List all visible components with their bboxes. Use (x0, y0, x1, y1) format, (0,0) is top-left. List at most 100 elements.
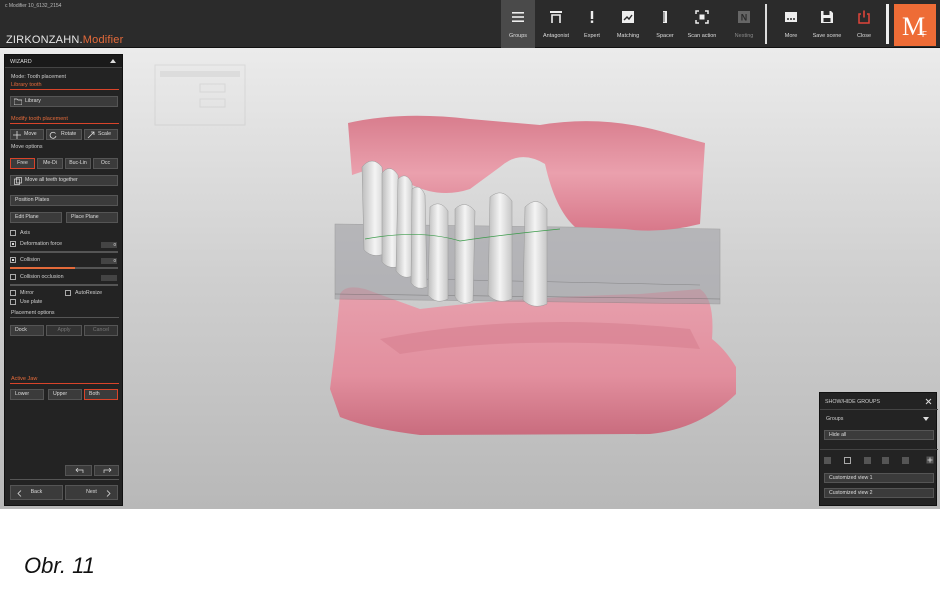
3d-viewport[interactable] (0, 49, 940, 509)
wizard-header[interactable]: WIZARD (5, 55, 122, 68)
more-button[interactable]: More (771, 0, 811, 48)
logo-divider (886, 4, 889, 44)
apply-button[interactable]: Apply (46, 325, 82, 336)
nesting-button[interactable]: N Nesting (724, 0, 764, 48)
customized-view-2-button[interactable]: Customized view 2 (824, 488, 934, 498)
spacer-label: Spacer (656, 33, 674, 39)
collision-occlusion-value[interactable] (101, 275, 117, 281)
groups-label: Groups (508, 33, 528, 39)
svg-text:N: N (741, 13, 748, 23)
autoresize-checkbox[interactable] (65, 290, 71, 296)
hide-all-button[interactable]: Hide all (824, 430, 934, 440)
axis-label: Axis (20, 230, 31, 236)
collision-occlusion-checkbox[interactable] (10, 274, 16, 280)
move-option-occ[interactable]: Occ (93, 158, 118, 169)
view-slot-icon[interactable] (824, 457, 831, 464)
move-option-me-di[interactable]: Me-Di (37, 158, 63, 169)
matching-button[interactable]: Matching (608, 0, 648, 48)
next-label: Next (86, 489, 97, 495)
more-label: More (784, 33, 798, 39)
save-scene-button[interactable]: Save scene (807, 0, 847, 48)
expert-button[interactable]: Expert (572, 0, 612, 48)
library-label: Library (25, 98, 41, 104)
expert-label: Expert (584, 33, 600, 39)
antagonist-button[interactable]: Antagonist (536, 0, 576, 48)
customized-view-1-button[interactable]: Customized view 1 (824, 473, 934, 483)
collision-value[interactable]: 0 (101, 258, 117, 264)
panel-divider (820, 409, 938, 410)
collision-occlusion-label: Collision occlusion (20, 274, 64, 280)
toolbar-divider (765, 4, 767, 44)
power-icon (858, 10, 870, 24)
view-slot-icon[interactable] (882, 457, 889, 464)
deformation-force-checkbox[interactable] (10, 241, 16, 247)
place-plane-button[interactable]: Place Plane (66, 212, 118, 223)
save-icon (821, 11, 833, 23)
move-label: Move (24, 131, 37, 137)
use-plate-checkbox[interactable] (10, 299, 16, 305)
modifier-logo: MF (894, 4, 936, 46)
collision-slider[interactable] (10, 267, 118, 269)
brand-logo-text: ZIRKONZAHN.Modifier (6, 34, 124, 46)
save-scene-label: Save scene (812, 33, 842, 39)
mirror-checkbox[interactable] (10, 290, 16, 296)
wizard-panel: WIZARD Mode: Tooth placement Library too… (4, 54, 123, 506)
move-all-teeth-button[interactable]: Move all teeth together (10, 175, 118, 186)
collision-checkbox[interactable] (10, 257, 16, 263)
plus-icon[interactable] (926, 456, 934, 464)
jaw-both-button[interactable]: Both (84, 389, 118, 400)
view-slot-icon[interactable] (864, 457, 871, 464)
section-divider (10, 383, 119, 384)
window-title: c Modifier 10_6132_2154 (5, 3, 62, 9)
view-slot-row (824, 456, 934, 465)
exclamation-icon (590, 11, 594, 23)
show-hide-groups-panel: SHOW/HIDE GROUPS Groups Hide all Customi… (819, 392, 938, 506)
undo-button[interactable] (65, 465, 92, 476)
move-option-buc-lin[interactable]: Buc-Lin (65, 158, 91, 169)
lower-jaw-model (330, 287, 736, 435)
axis-checkbox[interactable] (10, 230, 16, 236)
library-button[interactable]: Library (10, 96, 118, 107)
redo-icon (103, 468, 112, 473)
active-jaw-heading: Active Jaw (11, 376, 38, 382)
modify-tooth-heading: Modify tooth placement (11, 116, 68, 122)
redo-button[interactable] (94, 465, 119, 476)
chevron-right-icon (106, 490, 111, 497)
spacer-button[interactable]: Spacer (645, 0, 685, 48)
edit-plane-button[interactable]: Edit Plane (10, 212, 62, 223)
jaw-upper-button[interactable]: Upper (48, 389, 82, 400)
library-tooth-heading: Library tooth (11, 82, 42, 88)
deformation-force-slider[interactable] (10, 251, 118, 253)
scale-button[interactable]: Scale (84, 129, 118, 140)
view-slot-icon[interactable] (902, 457, 909, 464)
close-button[interactable]: Close (844, 0, 884, 48)
groups-dropdown[interactable]: Groups (826, 416, 843, 422)
position-plates-button[interactable]: Position Plates (10, 195, 118, 206)
next-button[interactable]: Next (65, 485, 118, 500)
deformation-force-value[interactable]: 0 (101, 242, 117, 248)
collision-label: Collision (20, 257, 41, 263)
brand-name: ZIRKONZAHN. (6, 34, 83, 46)
move-arrows-icon (13, 131, 21, 139)
dock-button[interactable]: Dock (10, 325, 44, 336)
chevron-down-icon[interactable] (923, 417, 929, 421)
ghost-dialog (154, 64, 246, 126)
cancel-button[interactable]: Cancel (84, 325, 118, 336)
collapse-arrow-icon[interactable] (110, 59, 116, 63)
view-slot-icon[interactable] (844, 457, 851, 464)
rotate-button[interactable]: Rotate (46, 129, 82, 140)
scan-action-button[interactable]: Scan action (682, 0, 722, 48)
jaw-lower-button[interactable]: Lower (10, 389, 44, 400)
antagonist-icon (550, 11, 562, 23)
groups-button[interactable]: Groups (501, 0, 535, 48)
more-icon (785, 12, 797, 22)
back-button[interactable]: Back (10, 485, 63, 500)
mode-label: Mode: Tooth placement (11, 74, 66, 80)
rotate-label: Rotate (61, 131, 77, 137)
collision-occlusion-slider[interactable] (10, 284, 118, 286)
folder-icon (14, 98, 22, 105)
move-button[interactable]: Move (10, 129, 44, 140)
move-option-free[interactable]: Free (10, 158, 35, 169)
close-icon[interactable] (925, 398, 932, 405)
matching-label: Matching (616, 33, 640, 39)
